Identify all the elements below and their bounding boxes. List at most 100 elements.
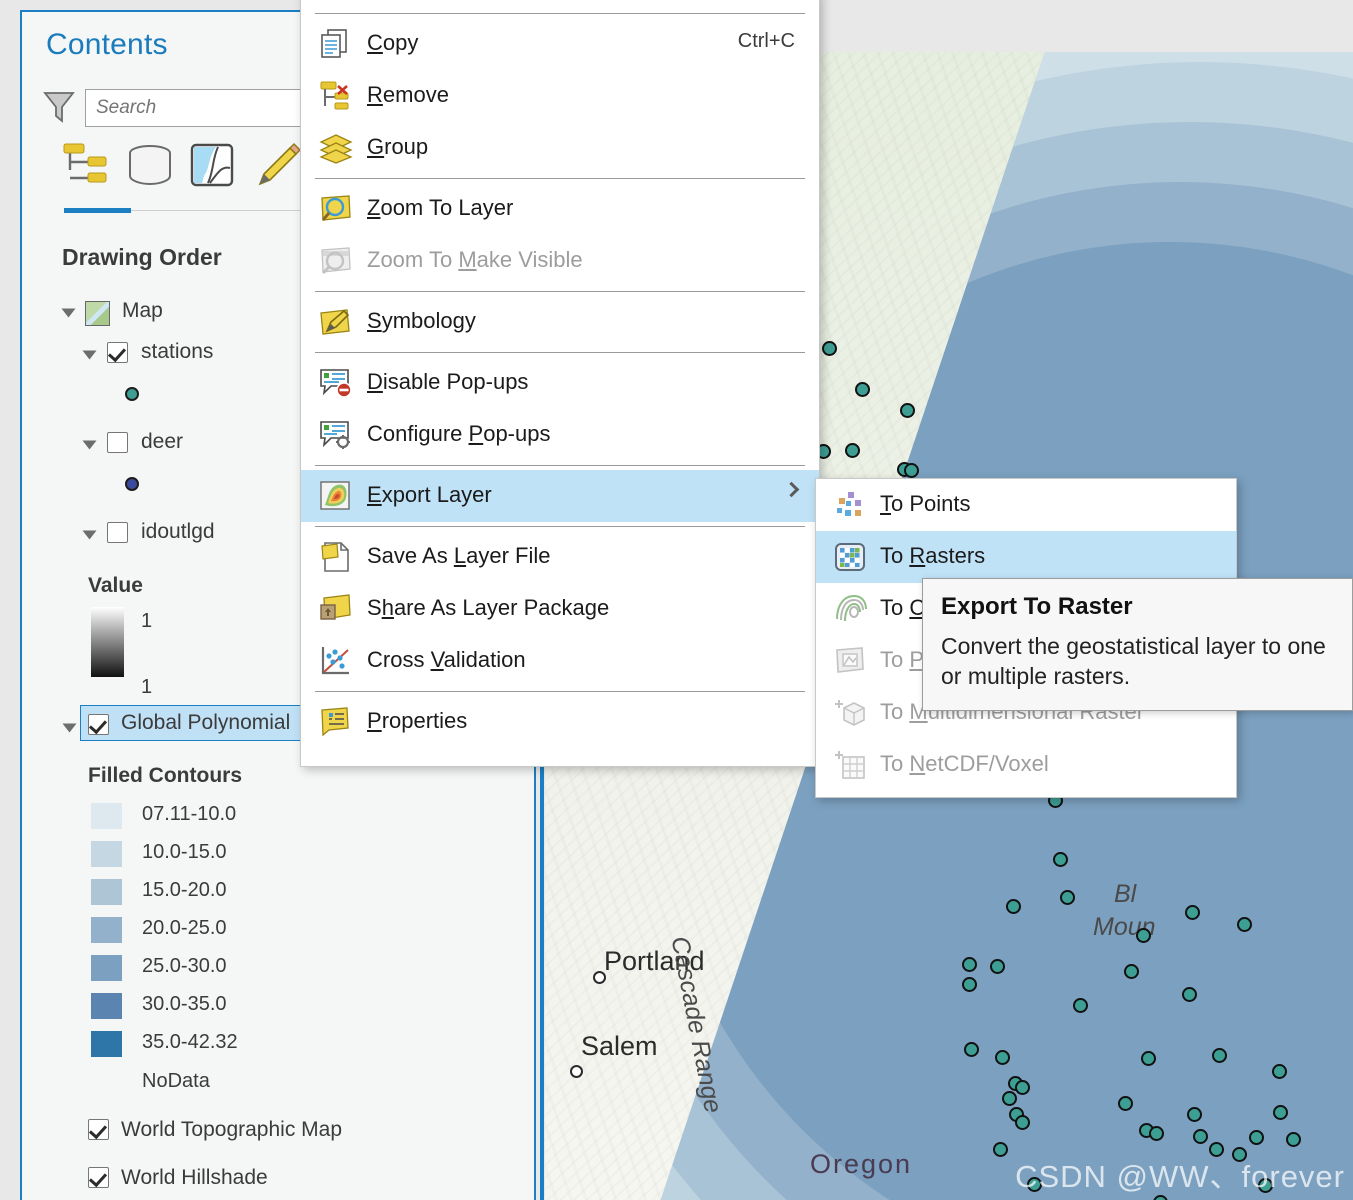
menu-separator	[315, 13, 805, 14]
legend-swatch	[91, 993, 122, 1019]
submenu-label-to-points: To Points	[880, 491, 971, 516]
legend-label: 25.0-30.0	[142, 955, 227, 977]
menu-label-group: Group	[367, 134, 429, 159]
netcdf-voxel-icon	[834, 749, 868, 781]
legend-swatch	[91, 803, 122, 829]
menu-label-save-as-layer-file: Save As Layer File	[367, 543, 551, 568]
menu-label-copy: Copy	[367, 30, 419, 55]
tree-label-idoutlgd: idoutlgd	[141, 520, 215, 543]
active-tab-indicator	[64, 208, 131, 213]
data-source-tab[interactable]	[124, 140, 180, 192]
menu-separator	[315, 526, 805, 527]
map-label-oregon: Oregon	[810, 1149, 913, 1179]
tree-label-stations: stations	[141, 340, 214, 363]
menu-label-symbology: Symbology	[367, 308, 476, 333]
map-thumbnail-icon	[85, 301, 110, 326]
legend-label: 15.0-20.0	[142, 879, 227, 901]
expander-triangle-icon[interactable]	[62, 723, 77, 733]
copy-icon	[319, 28, 353, 60]
menu-item-share-as-layer-package[interactable]: Share As Layer Package	[301, 583, 819, 635]
disable-popups-icon	[319, 367, 353, 399]
map-label-blue-mountains-1: Bl	[1114, 880, 1137, 908]
menu-item-export-layer[interactable]: Export Layer	[301, 470, 819, 522]
legend-swatch	[91, 879, 122, 905]
watermark: CSDN @WW、forever	[1015, 1159, 1345, 1194]
legend-label: 07.11-10.0	[142, 803, 237, 825]
menu-item-remove[interactable]: Remove	[301, 70, 819, 122]
legend-label: 35.0-42.32	[142, 1031, 238, 1053]
menu-label-zoom-to-layer: Zoom To Layer	[367, 195, 514, 220]
menu-separator	[315, 691, 805, 692]
filled-contours-heading: Filled Contours	[88, 764, 242, 787]
menu-separator	[315, 291, 805, 292]
tree-label-world-topographic-map: World Topographic Map	[121, 1118, 343, 1141]
menu-item-group[interactable]: Group	[301, 122, 819, 174]
group-layers-icon	[319, 132, 353, 164]
remove-layer-icon	[319, 80, 353, 112]
menu-item-disable-popups[interactable]: Disable Pop-ups	[301, 357, 819, 409]
menu-label-disable-popups: Disable Pop-ups	[367, 369, 529, 394]
legend-label: 20.0-25.0	[142, 917, 227, 939]
tree-label-global-polynomial: Global Polynomial	[121, 711, 291, 734]
properties-icon	[319, 706, 353, 738]
multidim-raster-icon	[834, 697, 868, 729]
submenu-item-to-netcdf-voxel: To NetCDF/Voxel	[816, 739, 1236, 791]
layer-visibility-checkbox-world-topographic-map[interactable]	[88, 1119, 109, 1140]
prediction-icon	[834, 645, 868, 677]
layer-context-menu[interactable]: Copy Ctrl+C Remove Group Zoom To Layer Z…	[300, 0, 820, 767]
map-panel-left-border	[540, 740, 544, 1200]
layer-visibility-checkbox-deer[interactable]	[107, 432, 128, 453]
layer-visibility-checkbox-stations[interactable]	[107, 342, 128, 363]
menu-label-share-as-layer-package: Share As Layer Package	[367, 595, 610, 620]
selection-tab[interactable]	[188, 140, 244, 192]
export-layer-icon	[319, 480, 353, 512]
expander-triangle-icon[interactable]	[61, 308, 76, 318]
submenu-item-to-points[interactable]: To Points	[816, 479, 1236, 531]
menu-item-cross-validation[interactable]: Cross Validation	[301, 635, 819, 687]
submenu-label-to-rasters: To Rasters	[880, 543, 986, 568]
city-dot-portland	[593, 971, 606, 984]
menu-item-configure-popups[interactable]: Configure Pop-ups	[301, 409, 819, 461]
drawing-order-tab[interactable]	[62, 140, 118, 192]
filter-funnel-icon[interactable]	[43, 90, 75, 124]
menu-item-zoom-to-layer[interactable]: Zoom To Layer	[301, 183, 819, 235]
submenu-item-to-rasters[interactable]: To Rasters	[816, 531, 1236, 583]
legend-swatch	[91, 841, 122, 867]
page-title: Contents	[46, 28, 168, 61]
legend-swatch	[91, 917, 122, 943]
menu-label-zoom-to-make-visible: Zoom To Make Visible	[367, 247, 583, 272]
layer-visibility-checkbox-world-hillshade[interactable]	[88, 1167, 109, 1188]
menu-item-symbology[interactable]: Symbology	[301, 296, 819, 348]
expander-triangle-icon[interactable]	[82, 530, 97, 540]
contour-icon	[834, 593, 868, 625]
layer-visibility-checkbox-idoutlgd[interactable]	[107, 522, 128, 543]
expander-triangle-icon[interactable]	[82, 440, 97, 450]
submenu-label-to-netcdf-voxel: To NetCDF/Voxel	[880, 751, 1049, 776]
layer-visibility-checkbox-global-polynomial[interactable]	[88, 714, 109, 735]
save-layer-file-icon	[319, 541, 353, 573]
tooltip-title: Export To Raster	[941, 593, 1133, 620]
menu-item-properties[interactable]: Properties	[301, 696, 819, 748]
legend-label: 30.0-35.0	[142, 993, 227, 1015]
menu-item-save-as-layer-file[interactable]: Save As Layer File	[301, 531, 819, 583]
share-package-icon	[319, 593, 353, 625]
menu-separator	[315, 178, 805, 179]
map-label-salem: Salem	[581, 1031, 658, 1061]
legend-swatch	[91, 955, 122, 981]
tooltip: Export To Raster Convert the geostatisti…	[922, 578, 1353, 711]
point-symbol-icon	[125, 387, 139, 401]
legend-label: 10.0-15.0	[142, 841, 227, 863]
menu-label-properties: Properties	[367, 708, 468, 733]
cross-validation-icon	[319, 645, 353, 677]
menu-accel-copy: Ctrl+C	[737, 30, 795, 52]
zoom-visible-icon	[319, 245, 353, 277]
value-label-top: 1	[141, 610, 153, 632]
tree-label-world-hillshade: World Hillshade	[121, 1166, 268, 1189]
city-dot-salem	[570, 1065, 583, 1078]
expander-triangle-icon[interactable]	[82, 350, 97, 360]
chevron-right-icon	[783, 481, 800, 498]
menu-item-zoom-to-make-visible: Zoom To Make Visible	[301, 235, 819, 287]
menu-item-copy[interactable]: Copy Ctrl+C	[301, 18, 819, 70]
menu-label-configure-popups: Configure Pop-ups	[367, 421, 551, 446]
legend-label-nodata: NoData	[142, 1070, 210, 1092]
